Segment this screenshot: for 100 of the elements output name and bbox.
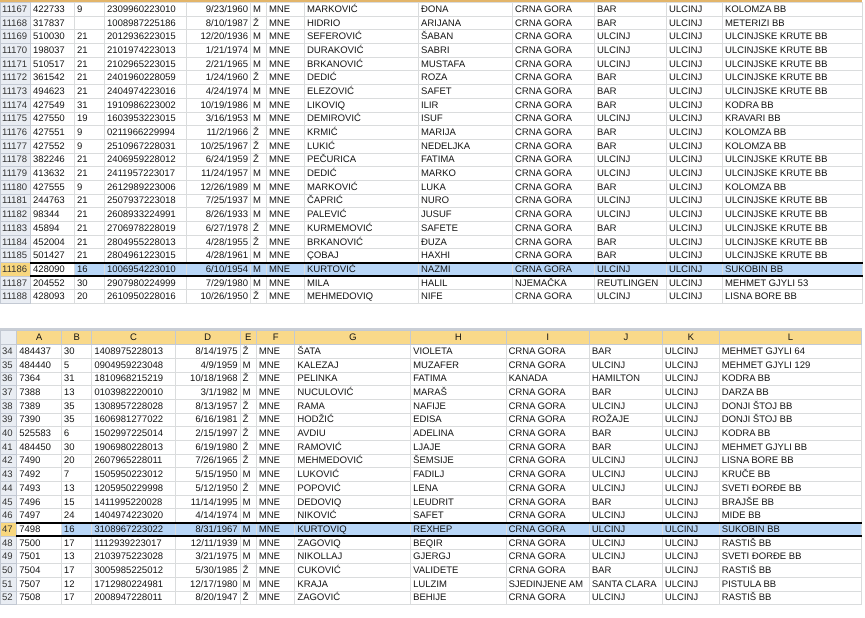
row-header[interactable]: 37: [0, 386, 17, 400]
row-header[interactable]: 11175: [0, 112, 30, 126]
table-cell: MNE: [266, 208, 304, 222]
row-header[interactable]: 45: [0, 495, 17, 509]
table-cell: 11/2/1966: [186, 126, 250, 140]
column-header[interactable]: K: [662, 330, 720, 345]
table-cell: ULCINJ: [662, 344, 720, 358]
row-header[interactable]: 11185: [0, 248, 30, 263]
row-header[interactable]: 34: [0, 344, 17, 358]
table-cell: ARIJANA: [418, 16, 512, 30]
row-header[interactable]: 11172: [0, 70, 30, 85]
table-cell: CRNA GORA: [512, 70, 594, 85]
table-cell: BEHIJE: [410, 591, 506, 605]
row-header[interactable]: 11184: [0, 235, 30, 249]
table-cell: ULCINJ: [662, 386, 720, 400]
row-header[interactable]: 11174: [0, 98, 30, 112]
table-cell: CRNA GORA: [506, 344, 590, 358]
table-cell: 7508: [16, 591, 62, 605]
row-header[interactable]: 42: [0, 454, 17, 468]
row-header[interactable]: 11169: [0, 30, 30, 44]
table-cell: MNE: [266, 126, 304, 140]
row-header[interactable]: 36: [0, 372, 17, 386]
table-cell: 13: [61, 386, 92, 400]
column-header[interactable]: G: [294, 330, 411, 345]
row-header[interactable]: 46: [0, 508, 17, 523]
table-cell: ULCINJ: [594, 290, 666, 304]
row-header[interactable]: 47: [0, 522, 17, 536]
row-header[interactable]: 11168: [0, 16, 30, 30]
table-cell: POPOVIĆ: [294, 482, 411, 496]
row-header[interactable]: 11180: [0, 180, 30, 194]
table-cell: RASTIŠ BB: [719, 536, 862, 550]
row-header[interactable]: 11171: [0, 57, 30, 71]
table-cell: NJEMAČKA: [512, 276, 594, 290]
row-header[interactable]: 41: [0, 440, 17, 454]
row-header[interactable]: 11182: [0, 208, 30, 222]
row-header[interactable]: 43: [0, 468, 17, 482]
row-header[interactable]: 11179: [0, 166, 30, 180]
row-header[interactable]: 11178: [0, 153, 30, 167]
row-header[interactable]: 51: [0, 577, 17, 591]
row-header[interactable]: 11183: [0, 222, 30, 236]
table-cell: 30: [61, 440, 92, 454]
row-header[interactable]: 39: [0, 413, 17, 427]
row-header[interactable]: 11186: [0, 262, 30, 276]
table-cell: CRNA GORA: [512, 2, 594, 16]
row-header[interactable]: 48: [0, 536, 17, 550]
table-cell: BAR: [589, 386, 662, 400]
row-header[interactable]: 52: [0, 591, 17, 605]
table-cell: KURMEMOVIĆ: [304, 222, 418, 236]
table-cell: BAR: [589, 564, 662, 578]
table-cell: ULCINJ: [662, 564, 720, 578]
table-cell: 2411957223017: [104, 166, 186, 180]
table-cell: MNE: [266, 166, 304, 180]
row-header[interactable]: 50: [0, 564, 17, 578]
table-cell: Ž: [250, 16, 266, 30]
table-cell: KRAVARI BB: [722, 112, 862, 126]
table-cell: BAR: [594, 98, 666, 112]
row-header[interactable]: 49: [0, 550, 17, 564]
row-header[interactable]: 38: [0, 399, 17, 414]
row-header[interactable]: 11170: [0, 44, 30, 58]
row-header[interactable]: 44: [0, 482, 17, 496]
table-cell: ULCINJ: [666, 153, 722, 167]
row-header[interactable]: 11177: [0, 139, 30, 154]
table-cell: ULCINJSKE KRUTE BB: [722, 57, 862, 71]
table-cell: 98344: [30, 208, 74, 222]
row-header[interactable]: 40: [0, 426, 17, 440]
column-header[interactable]: H: [410, 330, 506, 345]
table-cell: MEHMEDOVIĆ: [294, 454, 411, 468]
table-cell: ULCINJ: [662, 413, 720, 427]
row-header[interactable]: 11188: [0, 290, 30, 304]
table-cell: 12/11/1939: [175, 536, 240, 550]
table-cell: CRNA GORA: [512, 126, 594, 140]
table-cell: MEHMET GJYLI 53: [722, 276, 862, 290]
table-cell: MILA: [304, 276, 418, 290]
column-header[interactable]: E: [240, 330, 256, 345]
column-header[interactable]: L: [719, 330, 862, 345]
row-header[interactable]: 11181: [0, 194, 30, 208]
column-header[interactable]: F: [256, 330, 295, 345]
table-cell: 1603953223015: [104, 112, 186, 126]
row-header[interactable]: 35: [0, 358, 17, 372]
column-header[interactable]: D: [175, 330, 240, 345]
table-cell: CRNA GORA: [512, 222, 594, 236]
column-header[interactable]: A: [16, 330, 62, 345]
row-header[interactable]: 11187: [0, 276, 30, 290]
select-all-corner[interactable]: [0, 330, 17, 345]
table-cell: NEDELJKA: [418, 139, 512, 154]
table-cell: ŠABAN: [418, 30, 512, 44]
column-header[interactable]: C: [92, 330, 176, 345]
table-cell: PISTULA BB: [719, 577, 862, 591]
column-header[interactable]: B: [61, 330, 92, 345]
table-cell: ULCINJ: [589, 468, 662, 482]
row-header[interactable]: 11173: [0, 84, 30, 98]
column-header[interactable]: J: [589, 330, 662, 345]
table-cell: 7/26/1965: [175, 454, 240, 468]
column-header[interactable]: I: [506, 330, 590, 345]
table-cell: CRNA GORA: [506, 482, 590, 496]
table-cell: 1006954223010: [104, 262, 186, 276]
row-header[interactable]: 11167: [0, 2, 30, 16]
table-cell: ULCINJ: [662, 372, 720, 386]
row-header[interactable]: 11176: [0, 126, 30, 140]
table-cell: MARKO: [418, 166, 512, 180]
